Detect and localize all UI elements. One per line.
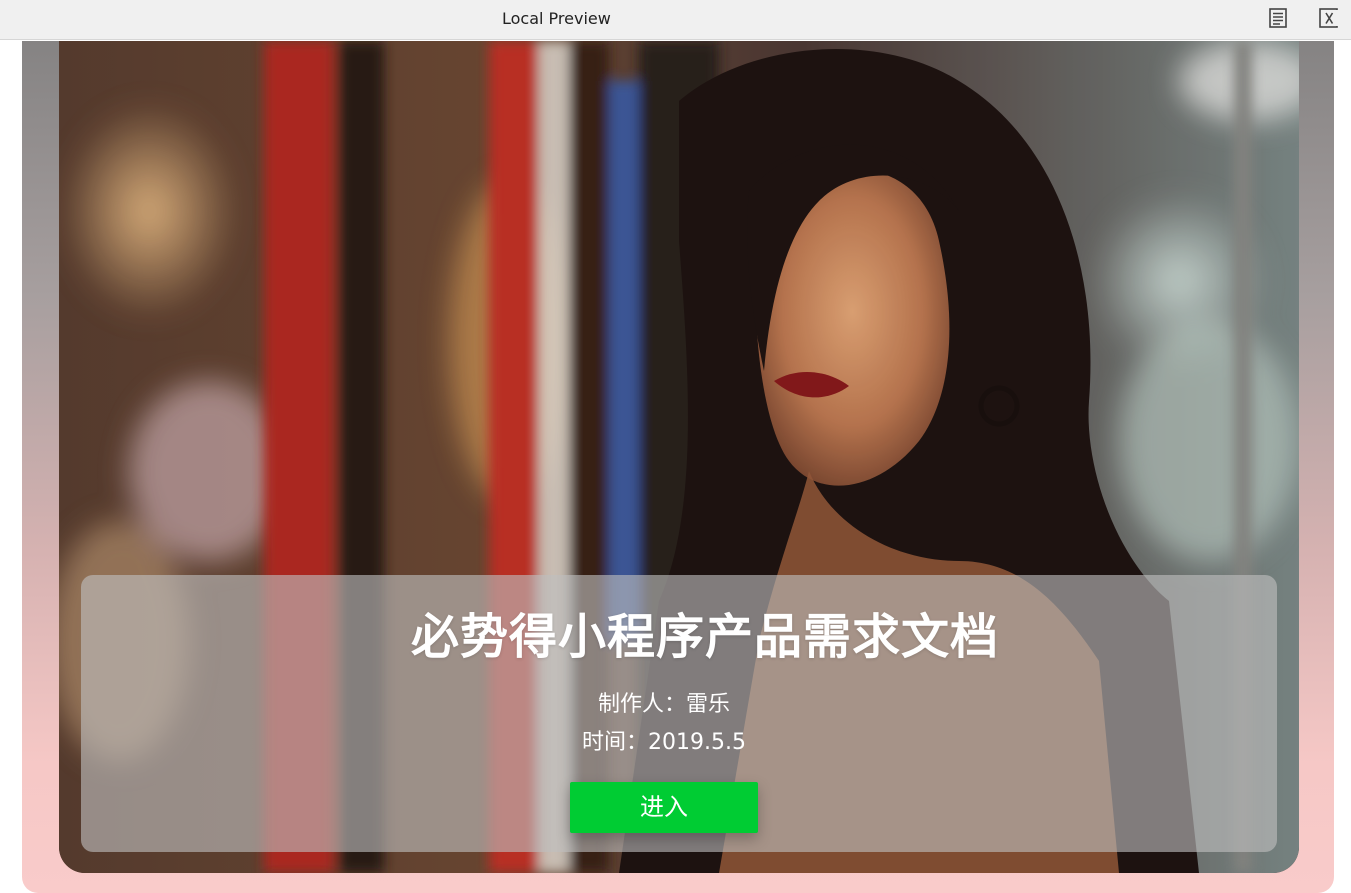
cover-info-panel: 必势得小程序产品需求文档 制作人：雷乐 时间：2019.5.5 进入 — [81, 575, 1277, 852]
document-icon[interactable] — [1267, 7, 1289, 29]
author-line: 制作人：雷乐 — [597, 692, 730, 717]
date-line: 时间：2019.5.5 — [582, 730, 746, 755]
preview-toolbar: Local Preview — [0, 0, 1351, 40]
window-title: Local Preview — [502, 9, 611, 28]
document-title: 必势得小程序产品需求文档 — [410, 609, 999, 665]
enter-button[interactable]: 进入 — [570, 782, 758, 833]
close-icon[interactable] — [1318, 7, 1340, 29]
